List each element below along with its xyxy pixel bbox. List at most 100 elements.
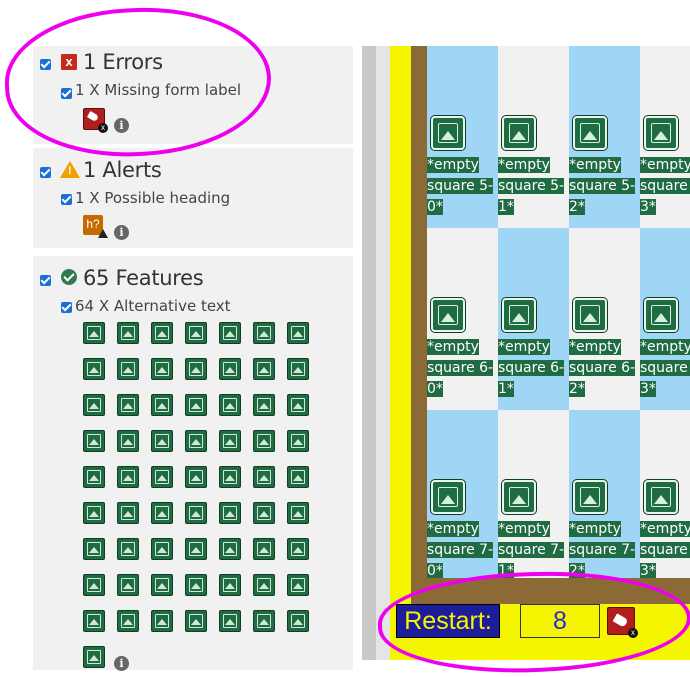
alt-text-label: 64 X Alternative text	[75, 297, 231, 315]
possible-heading-checkbox[interactable]	[61, 194, 72, 205]
alt-text-icon[interactable]	[253, 610, 275, 632]
alt-text-icon[interactable]	[253, 322, 275, 344]
square-label: *empty square 6-3*	[640, 337, 690, 400]
alt-text-icon[interactable]	[185, 394, 207, 416]
alt-text-icon[interactable]	[151, 430, 173, 452]
game-board: *empty square 5-0* *empty square 5-1* *emp…	[427, 46, 690, 578]
alt-text-icon[interactable]	[185, 466, 207, 488]
alt-text-icon[interactable]	[83, 538, 105, 560]
alt-text-icon[interactable]	[117, 610, 139, 632]
board-square[interactable]: *empty square 6-2*	[569, 228, 640, 410]
board-square[interactable]: *empty square 6-0*	[427, 228, 498, 410]
image-icon	[431, 480, 465, 514]
alt-text-icon[interactable]	[287, 322, 309, 344]
square-label: *empty square 6-1*	[498, 339, 565, 397]
alt-text-icon[interactable]	[185, 538, 207, 560]
alt-text-icon[interactable]	[287, 394, 309, 416]
alt-text-icon[interactable]	[117, 358, 139, 380]
alt-text-icon[interactable]	[83, 574, 105, 596]
board-square[interactable]: *empty square 7-0*	[427, 410, 498, 578]
alt-text-icon[interactable]	[185, 610, 207, 632]
alt-text-icon[interactable]	[253, 574, 275, 596]
possible-heading-icon[interactable]: h?	[83, 215, 108, 238]
alt-text-icon[interactable]	[117, 430, 139, 452]
alt-text-icon[interactable]	[219, 610, 241, 632]
alt-text-icon[interactable]	[83, 322, 105, 344]
alt-text-icon[interactable]	[151, 322, 173, 344]
alt-text-icon[interactable]	[83, 646, 105, 668]
alt-text-icon[interactable]	[287, 538, 309, 560]
alt-text-icon[interactable]	[253, 538, 275, 560]
alt-text-icon[interactable]	[151, 610, 173, 632]
alt-text-icon[interactable]	[253, 502, 275, 524]
alt-text-icon[interactable]	[253, 358, 275, 380]
alt-text-icon[interactable]	[117, 574, 139, 596]
alt-text-icon[interactable]	[83, 466, 105, 488]
image-icon	[573, 480, 607, 514]
board-square[interactable]: *empty square 6-1*	[498, 228, 569, 410]
alt-text-icon[interactable]	[83, 358, 105, 380]
board-square[interactable]: *empty square 5-1*	[498, 46, 569, 228]
alt-text-icon[interactable]	[151, 502, 173, 524]
alert-icon: !	[60, 161, 80, 178]
alt-text-icon[interactable]	[287, 430, 309, 452]
alt-text-icon[interactable]	[83, 610, 105, 632]
alt-text-icon[interactable]	[219, 538, 241, 560]
alt-text-icon[interactable]	[151, 358, 173, 380]
alt-text-icon[interactable]	[151, 394, 173, 416]
alt-text-icon[interactable]	[253, 430, 275, 452]
info-icon[interactable]: i	[114, 225, 129, 240]
features-checkbox[interactable]	[40, 275, 51, 286]
alt-text-icon[interactable]	[117, 322, 139, 344]
board-square[interactable]: *empty square 5-2*	[569, 46, 640, 228]
alt-text-icon[interactable]	[185, 502, 207, 524]
alt-text-icon[interactable]	[219, 394, 241, 416]
alt-text-icon[interactable]	[185, 574, 207, 596]
alt-text-icon[interactable]	[219, 322, 241, 344]
image-icon	[644, 298, 678, 332]
alt-text-icon[interactable]	[287, 466, 309, 488]
alt-text-icon[interactable]	[83, 430, 105, 452]
alt-text-icon[interactable]	[287, 610, 309, 632]
alt-text-icon[interactable]	[287, 358, 309, 380]
alt-text-icon[interactable]	[151, 538, 173, 560]
square-label: *empty square 7-1*	[498, 521, 565, 578]
alt-text-icon[interactable]	[253, 466, 275, 488]
square-label: *empty square 7-2*	[569, 521, 636, 578]
panel-scrollbar[interactable]	[362, 46, 376, 660]
alerts-checkbox[interactable]	[40, 167, 51, 178]
alt-text-icon[interactable]	[185, 430, 207, 452]
alt-text-icon[interactable]	[151, 574, 173, 596]
panel-divider	[376, 46, 390, 660]
possible-heading-text: 1 X Possible heading	[75, 189, 231, 207]
alt-text-icon[interactable]	[83, 394, 105, 416]
alt-text-icon[interactable]	[253, 394, 275, 416]
alt-text-icon[interactable]	[219, 466, 241, 488]
board-square[interactable]: *empty square 5-0*	[427, 46, 498, 228]
alt-text-checkbox[interactable]	[61, 302, 72, 313]
alt-text-icon[interactable]	[219, 430, 241, 452]
alt-text-icon[interactable]	[117, 394, 139, 416]
board-square[interactable]: *empty square 7-1*	[498, 410, 569, 578]
alt-text-icon[interactable]	[219, 574, 241, 596]
alt-text-icon[interactable]	[185, 322, 207, 344]
board-square[interactable]: *empty square 7-2*	[569, 410, 640, 578]
alt-text-icon[interactable]	[185, 358, 207, 380]
alt-text-icon[interactable]	[117, 538, 139, 560]
alt-text-icon[interactable]	[117, 502, 139, 524]
board-square[interactable]: *empty square 5-3*	[640, 46, 690, 228]
alt-text-icon[interactable]	[219, 502, 241, 524]
square-label: *empty square 6-0*	[427, 339, 494, 397]
alt-text-icon[interactable]	[219, 358, 241, 380]
alt-text-icon[interactable]	[117, 466, 139, 488]
image-icon	[573, 116, 607, 150]
board-square[interactable]: *empty square 6-3*	[640, 228, 690, 410]
alt-text-icon[interactable]	[151, 466, 173, 488]
alt-text-icon[interactable]	[287, 574, 309, 596]
alt-text-icon[interactable]	[287, 502, 309, 524]
info-icon[interactable]: i	[114, 656, 129, 671]
board-square[interactable]: *empty square 7-3*	[640, 410, 690, 578]
square-label: *empty square 7-0*	[427, 521, 494, 578]
image-icon	[431, 116, 465, 150]
alt-text-icon[interactable]	[83, 502, 105, 524]
